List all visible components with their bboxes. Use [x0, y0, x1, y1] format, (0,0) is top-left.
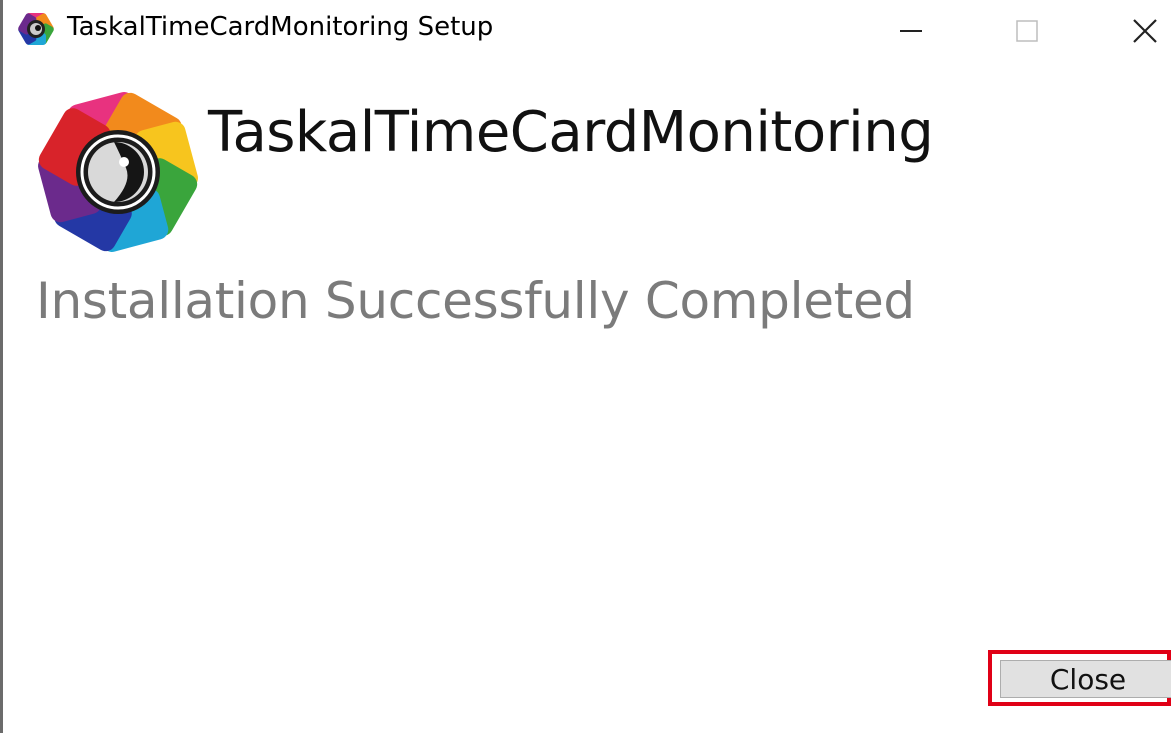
- close-icon: [1133, 19, 1157, 43]
- window-left-border: [0, 0, 3, 733]
- close-button[interactable]: Close: [1000, 660, 1171, 698]
- product-name: TaskalTimeCardMonitoring: [208, 100, 934, 165]
- app-logo-icon: [38, 92, 198, 252]
- title-bar[interactable]: TaskalTimeCardMonitoring Setup: [3, 0, 1171, 62]
- window-title: TaskalTimeCardMonitoring Setup: [67, 12, 494, 42]
- app-logo: [34, 88, 202, 256]
- maximize-button[interactable]: [995, 0, 1059, 62]
- minimize-icon: [900, 30, 922, 32]
- close-button-highlight: Close: [988, 650, 1171, 706]
- window-close-button[interactable]: [1113, 0, 1171, 62]
- maximize-icon: [1016, 20, 1038, 42]
- minimize-button[interactable]: [879, 0, 943, 62]
- app-logo-icon: [17, 10, 55, 48]
- install-status-message: Installation Successfully Completed: [36, 272, 915, 330]
